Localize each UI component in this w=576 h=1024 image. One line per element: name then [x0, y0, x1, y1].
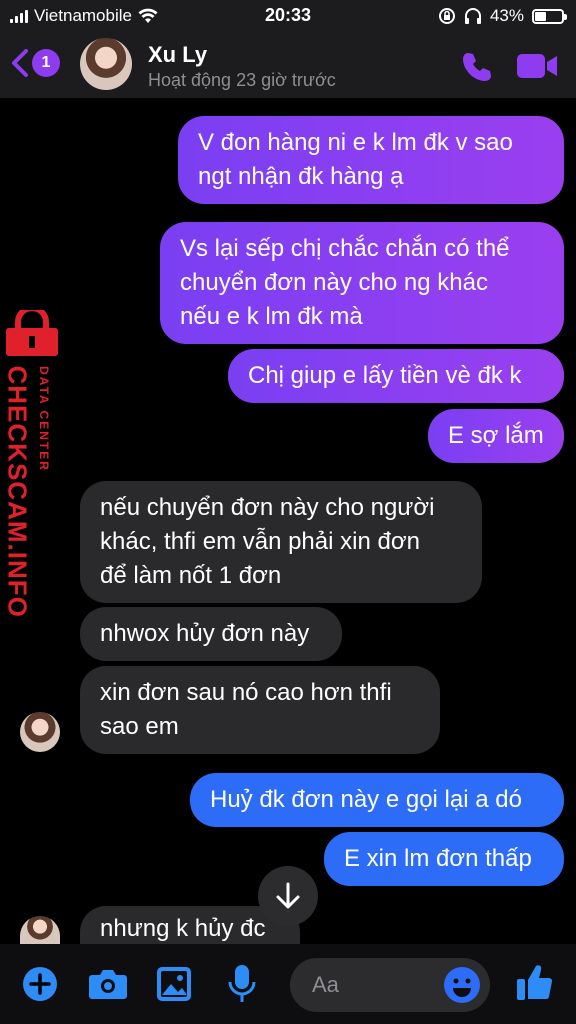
voice-message-button[interactable]	[228, 964, 256, 1009]
message-bubble-outgoing[interactable]: Vs lại sếp chị chắc chắn có thể chuyển đ…	[160, 222, 564, 344]
sender-avatar[interactable]	[20, 916, 60, 944]
battery-level	[535, 11, 546, 21]
message-bubble-outgoing[interactable]: E sợ lắm	[428, 409, 564, 463]
message-line: E xin lm đơn thấp	[344, 845, 532, 872]
smiley-icon	[453, 978, 471, 997]
image-icon	[157, 967, 191, 1001]
thumbs-up-icon	[517, 965, 553, 1000]
message-line: nếu chuyển đơn này cho người	[100, 494, 435, 521]
camera-icon	[89, 970, 127, 999]
message-bubble-incoming[interactable]: nhwox hủy đơn này	[80, 607, 342, 661]
sender-avatar[interactable]	[20, 712, 60, 752]
watermark-brand: CHECKSCAM.INFO	[2, 365, 33, 618]
message-line: nếu e k lm đk mà	[180, 303, 363, 330]
like-button[interactable]	[516, 962, 554, 1007]
scroll-to-bottom-button[interactable]	[258, 866, 318, 926]
message-line: nhưng k hủy đc	[100, 915, 266, 942]
more-actions-button[interactable]	[22, 966, 58, 1007]
arrow-down-icon	[276, 882, 300, 909]
message-bubble-outgoing[interactable]: E xin lm đơn thấp	[324, 832, 564, 886]
message-line: nhwox hủy đơn này	[100, 620, 310, 647]
message-line: Chị giup e lấy tiền vè đk k	[248, 362, 522, 389]
voice-call-button[interactable]	[460, 50, 494, 89]
emoji-button[interactable]	[444, 967, 480, 1003]
lock-icon	[4, 305, 60, 361]
video-call-button[interactable]	[516, 52, 558, 85]
message-bubble-incoming[interactable]: nếu chuyển đơn này cho người khác, thfi …	[80, 481, 482, 603]
message-line: ngt nhận đk hàng ạ	[198, 163, 404, 190]
message-line: để làm nốt 1 đơn	[100, 562, 282, 589]
message-input-placeholder: Aa	[312, 972, 339, 997]
gallery-button[interactable]	[156, 966, 192, 1007]
unread-count-badge: 1	[32, 49, 60, 77]
battery-icon	[532, 8, 567, 24]
message-line: khác, thfi em vẫn phải xin đơn	[100, 528, 420, 555]
message-input[interactable]: Aa	[290, 958, 490, 1012]
message-bubble-outgoing[interactable]: Chị giup e lấy tiền vè đk k	[228, 349, 564, 403]
contact-name[interactable]: Xu Ly	[148, 42, 207, 68]
chat-header: 1 Xu Ly Hoạt động 23 giờ trước	[0, 34, 576, 98]
battery-percent: 43%	[489, 6, 524, 25]
message-line: xin đơn sau nó cao hơn thfi	[100, 679, 392, 706]
video-camera-icon	[517, 54, 557, 78]
message-line: Vs lại sếp chị chắc chắn có thể	[180, 235, 510, 262]
message-bubble-incoming[interactable]: xin đơn sau nó cao hơn thfi sao em	[80, 666, 440, 754]
message-bubble-outgoing[interactable]: V đon hàng ni e k lm đk v sao ngt nhận đ…	[178, 116, 564, 204]
message-line: sao em	[100, 713, 179, 740]
composer-bar: Aa	[0, 944, 576, 1024]
message-line: Huỷ đk đơn này e gọi lại a dó	[210, 786, 522, 813]
watermark-subtitle: DATA CENTER	[37, 366, 51, 472]
message-line: V đon hàng ni e k lm đk v sao	[198, 129, 513, 156]
message-bubble-outgoing[interactable]: Huỷ đk đơn này e gọi lại a dó	[190, 773, 564, 827]
message-line: chuyển đơn này cho ng khác	[180, 269, 488, 296]
rotation-lock-icon	[438, 8, 455, 24]
headphones-icon	[464, 8, 481, 24]
contact-avatar[interactable]	[80, 38, 132, 90]
message-line: E sợ lắm	[448, 422, 544, 449]
phone-icon	[463, 53, 491, 81]
plus-circle-icon	[23, 967, 57, 1001]
message-list[interactable]: V đon hàng ni e k lm đk v sao ngt nhận đ…	[0, 98, 576, 944]
microphone-icon	[228, 965, 256, 1002]
status-right: 43%	[438, 6, 567, 26]
camera-button[interactable]	[88, 968, 128, 1005]
back-button[interactable]: 1	[10, 48, 60, 78]
status-bar: Vietnamobile 20:33 43%	[0, 0, 576, 34]
contact-activity-status: Hoạt động 23 giờ trước	[148, 70, 336, 90]
chevron-left-icon	[12, 49, 28, 77]
